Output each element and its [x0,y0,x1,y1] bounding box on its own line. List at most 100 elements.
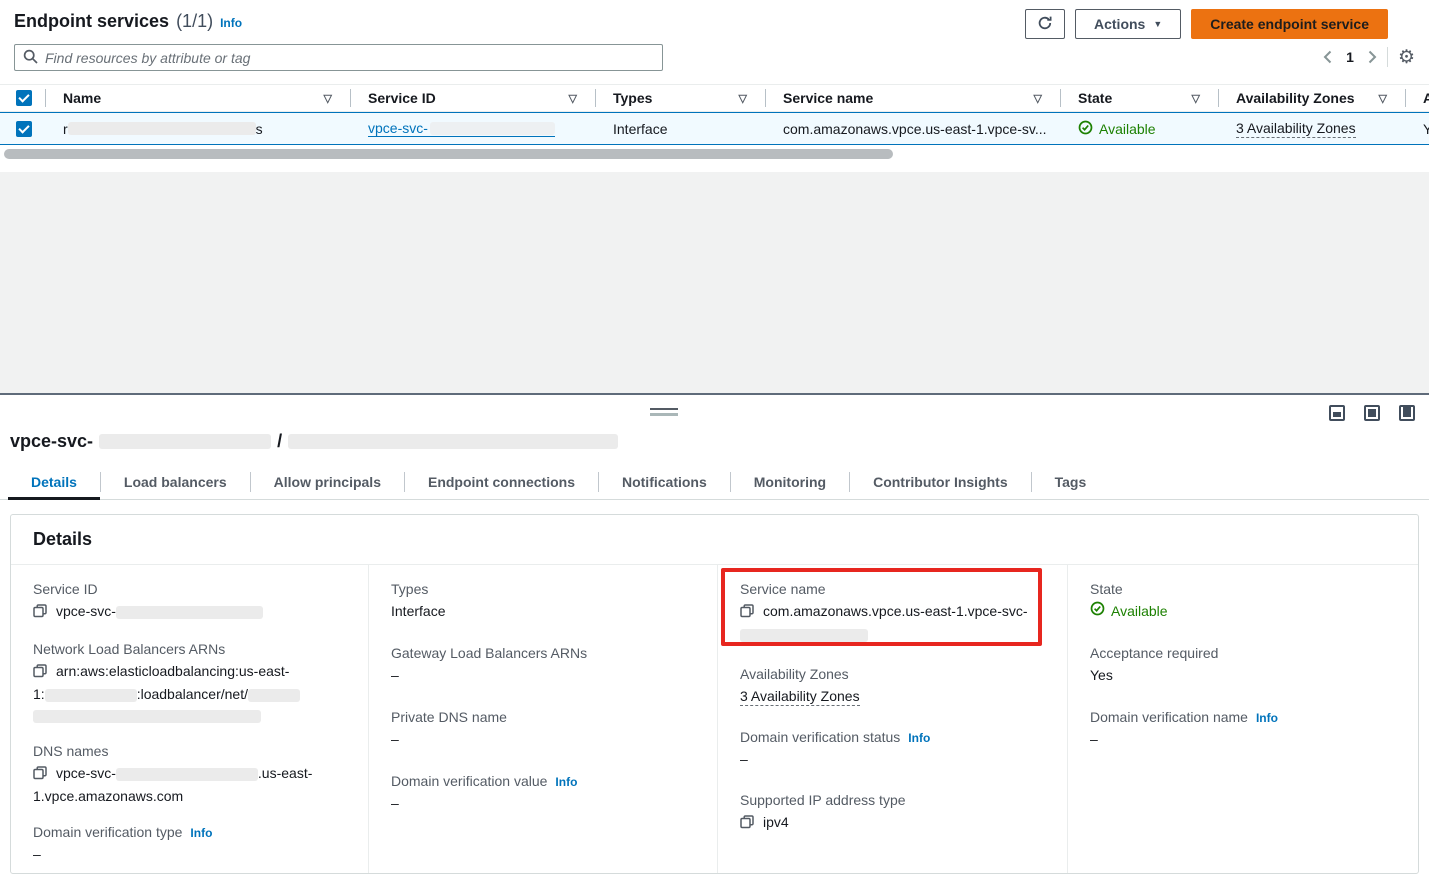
pagination: 1 ⚙ [1323,46,1415,68]
status-badge: Available [1078,120,1156,138]
horizontal-scrollbar [0,148,1429,160]
panel-tabs: Details Load balancers Allow principals … [0,465,1429,500]
column-header-types[interactable]: Types ▽ [595,85,765,111]
details-card-heading: Details [11,515,1418,565]
field-domain-verification-value: Domain verification valueInfo – [391,773,707,814]
copy-icon[interactable] [740,816,754,832]
details-column-1: Service ID vpce-svc- Network Load Balanc… [11,565,368,873]
table-row[interactable]: rs vpce-svc- Interface com.amazonaws.vpc… [0,112,1429,145]
availability-zones-link[interactable]: 3 Availability Zones [1236,120,1356,138]
detail-split-panel: vpce-svc- / Details Load balancers Allow… [0,393,1429,886]
availability-zones-link[interactable]: 3 Availability Zones [740,688,860,706]
table-empty-area [0,172,1429,393]
column-header-availability-zones[interactable]: Availability Zones ▽ [1218,85,1405,111]
field-service-name: Service name com.amazonaws.vpce.us-east-… [740,581,1057,645]
panel-layout-controls [1329,405,1415,421]
field-private-dns-name: Private DNS name – [391,709,707,750]
info-link[interactable]: Info [190,826,212,840]
tab-monitoring[interactable]: Monitoring [731,465,849,499]
info-link[interactable]: Info [1256,711,1278,725]
copy-icon[interactable] [33,605,47,621]
redacted-value [740,629,868,642]
pager-divider [1387,47,1388,67]
tab-allow-principals[interactable]: Allow principals [251,465,404,499]
column-header-service-id[interactable]: Service ID ▽ [350,85,595,111]
select-all-checkbox[interactable] [16,90,32,106]
tab-load-balancers[interactable]: Load balancers [101,465,250,499]
column-header-acceptance[interactable]: Acceptance required [1405,85,1429,111]
search-input[interactable] [45,50,654,66]
resource-count: (1/1) [176,11,213,32]
check-circle-icon [1090,601,1105,622]
cell-acceptance: Yes [1405,113,1429,144]
cell-state: Available [1060,113,1218,144]
tab-details[interactable]: Details [8,465,100,499]
redacted-service-id [430,122,555,135]
create-endpoint-service-button[interactable]: Create endpoint service [1191,9,1388,39]
redacted-service-name [288,434,618,449]
field-glb-arns: Gateway Load Balancers ARNs – [391,645,707,686]
filter-icon[interactable]: ▽ [1379,92,1387,105]
tab-endpoint-connections[interactable]: Endpoint connections [405,465,598,499]
panel-size-medium-icon[interactable] [1364,405,1380,421]
actions-button-label: Actions [1094,16,1145,32]
filter-icon[interactable]: ▽ [324,92,332,105]
header-info-link[interactable]: Info [220,16,242,30]
cell-service-name: com.amazonaws.vpce.us-east-1.vpce-sv... [765,113,1060,144]
tab-contributor-insights[interactable]: Contributor Insights [850,465,1031,499]
column-header-service-name[interactable]: Service name ▽ [765,85,1060,111]
service-id-link[interactable]: vpce-svc- [368,120,555,137]
tab-tags[interactable]: Tags [1032,465,1110,499]
info-link[interactable]: Info [555,775,577,789]
filter-icon[interactable]: ▽ [1034,92,1042,105]
actions-button[interactable]: Actions ▼ [1075,9,1181,39]
filter-icon[interactable]: ▽ [569,92,577,105]
refresh-button[interactable] [1025,9,1065,39]
row-checkbox[interactable] [16,121,32,137]
redacted-value [116,768,258,781]
info-link[interactable]: Info [908,731,930,745]
next-page-icon[interactable] [1368,50,1377,64]
redacted-name [68,122,256,135]
panel-title: vpce-svc- / [10,431,618,452]
copy-icon[interactable] [740,605,754,621]
panel-size-small-icon[interactable] [1329,405,1345,421]
page-header: Endpoint services (1/1) Info [14,11,242,32]
field-dns-names: DNS names vpce-svc-.us-east- 1.vpce.amaz… [33,743,358,807]
tab-notifications[interactable]: Notifications [599,465,730,499]
column-header-name[interactable]: Name ▽ [45,85,350,111]
details-card: Details Service ID vpce-svc- Network Loa… [10,514,1419,874]
table-settings-gear-icon[interactable]: ⚙ [1398,48,1415,67]
page-title: Endpoint services [14,11,169,32]
field-domain-verification-status: Domain verification statusInfo – [740,729,1057,770]
search-icon [23,49,38,67]
cell-availability-zones: 3 Availability Zones [1218,113,1405,144]
cell-service-id: vpce-svc- [350,113,595,144]
check-circle-icon [1078,120,1093,138]
horizontal-scrollbar-thumb[interactable] [4,149,893,159]
copy-icon[interactable] [33,665,47,681]
previous-page-icon[interactable] [1323,50,1332,64]
redacted-value [116,606,263,619]
filter-icon[interactable]: ▽ [1192,92,1200,105]
search-bar[interactable] [14,44,663,71]
field-supported-ip-type: Supported IP address type ipv4 [740,792,1057,835]
redacted-value [248,689,300,702]
field-acceptance-required: Acceptance required Yes [1090,645,1408,686]
field-domain-verification-name: Domain verification nameInfo – [1090,709,1408,750]
copy-icon[interactable] [33,767,47,783]
details-column-3: Service name com.amazonaws.vpce.us-east-… [717,565,1067,873]
panel-drag-handle[interactable] [650,408,678,416]
endpoint-services-page: Endpoint services (1/1) Info Actions ▼ C… [0,0,1429,886]
redacted-value [33,710,261,723]
panel-size-full-icon[interactable] [1399,405,1415,421]
filter-icon[interactable]: ▽ [739,92,747,105]
refresh-icon [1037,15,1053,34]
table-header-row: Name ▽ Service ID ▽ Types ▽ Service name… [0,84,1429,112]
toolbar: Actions ▼ Create endpoint service [1025,9,1388,39]
cell-name: rs [45,113,350,144]
redacted-service-id [99,434,271,449]
column-header-state[interactable]: State ▽ [1060,85,1218,111]
cell-types: Interface [595,113,765,144]
current-page-number[interactable]: 1 [1342,49,1358,65]
